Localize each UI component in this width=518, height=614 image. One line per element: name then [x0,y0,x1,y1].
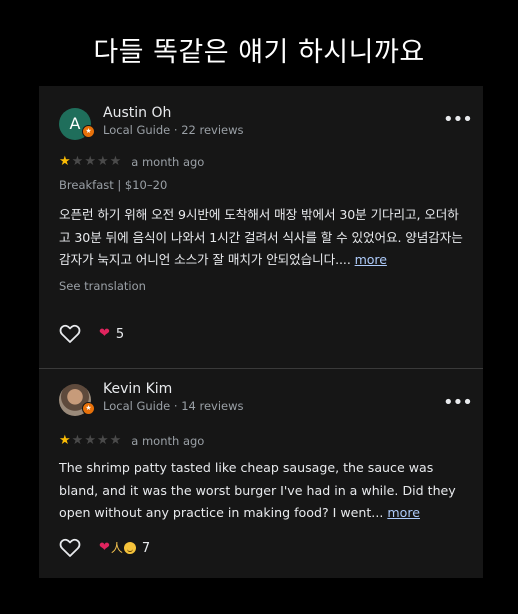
star-icon: ★ [109,154,122,169]
star-icon: ★ [96,433,109,448]
star-icon: ★ [84,154,96,169]
reviewer-meta: Local Guide · 14 reviews [103,399,244,413]
review-text: 오픈런 하기 위해 오전 9시반에 도착해서 매장 밖에서 30분 기다리고, … [59,204,467,272]
reaction-count: 5 [115,326,125,342]
review-card: ★ Kevin Kim Local Guide · 14 reviews •••… [39,369,483,578]
reaction-count: 7 [141,540,151,556]
review-time: a month ago [131,155,205,169]
pray-reaction-icon: 人 [110,541,123,555]
heart-outline-icon[interactable] [59,324,81,344]
caption-headline: 다들 똑같은 얘기 하시니까요 [93,37,425,68]
smile-reaction-icon [123,542,136,554]
star-icon: ★ [59,154,71,169]
review-time: a month ago [131,434,205,448]
review-text: The shrimp patty tasted like cheap sausa… [59,457,467,525]
reaction-summary[interactable]: ❤ 5 [99,326,124,342]
star-icon: ★ [71,433,84,448]
reviewer-name[interactable]: Kevin Kim [103,381,172,397]
star-icon: ★ [96,154,109,169]
more-link[interactable]: more [387,505,420,520]
more-link[interactable]: more [355,252,387,267]
star-rating: ★ ★ ★ ★ ★ a month ago [59,154,204,170]
review-text-content: 오픈런 하기 위해 오전 9시반에 도착해서 매장 밖에서 30분 기다리고, … [59,207,463,267]
heart-reaction-icon: ❤ [99,540,110,555]
star-rating: ★ ★ ★ ★ ★ a month ago [59,433,204,449]
more-vert-icon[interactable]: ••• [443,111,473,129]
reaction-summary[interactable]: ❤ 人 7 [99,540,150,556]
local-guide-badge-icon: ★ [82,125,95,138]
heart-outline-icon[interactable] [59,538,81,558]
review-card: A ★ Austin Oh Local Guide · 22 reviews •… [39,86,483,368]
screenshot-page: 다들 똑같은 얘기 하시니까요 A ★ Austin Oh Local Guid… [0,0,518,614]
more-vert-icon[interactable]: ••• [443,394,473,412]
heart-reaction-icon: ❤ [99,326,110,341]
reviewer-name[interactable]: Austin Oh [103,105,171,121]
reviewer-meta: Local Guide · 22 reviews [103,123,244,137]
avatar-letter: A [69,114,81,133]
see-translation-link[interactable]: See translation [59,279,146,293]
star-icon: ★ [109,433,122,448]
star-icon: ★ [71,154,84,169]
local-guide-badge-icon: ★ [82,402,95,415]
star-icon: ★ [84,433,96,448]
star-icon: ★ [59,433,71,448]
reviews-panel: A ★ Austin Oh Local Guide · 22 reviews •… [39,86,483,578]
review-tags: Breakfast | $10–20 [59,178,168,192]
